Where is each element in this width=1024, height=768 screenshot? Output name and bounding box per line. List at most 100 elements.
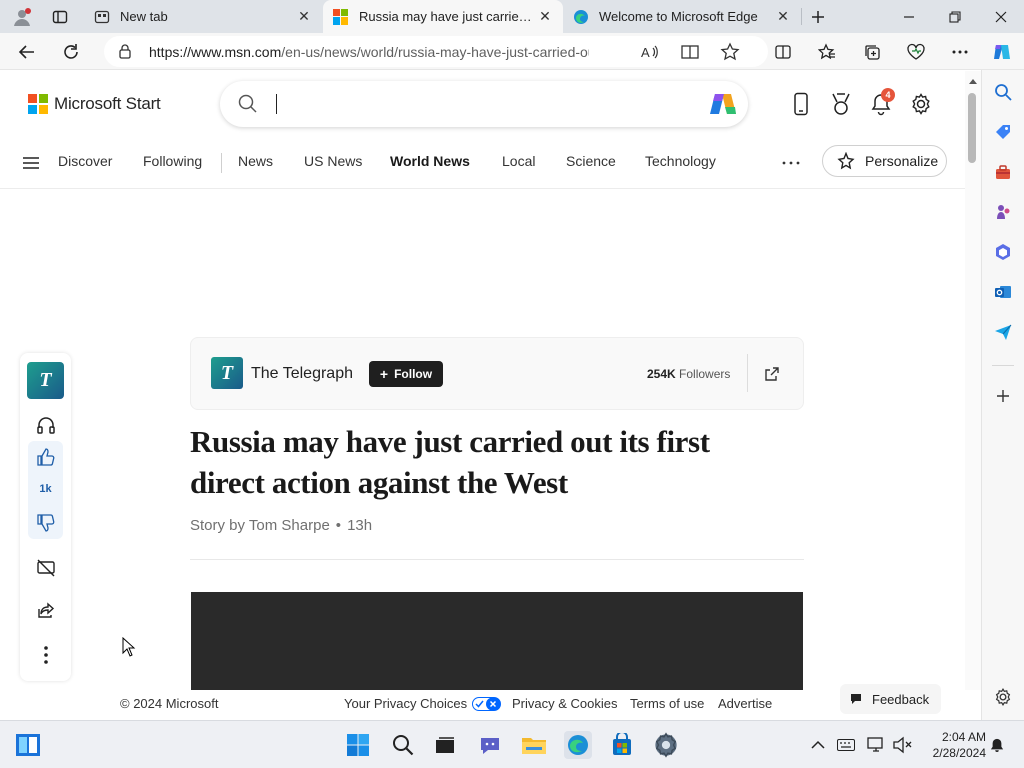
new-tab-icon (94, 10, 110, 23)
close-tab-icon[interactable]: ✕ (775, 8, 791, 25)
nav-item-world-news[interactable]: World News (390, 153, 470, 169)
thumbs-up-icon[interactable] (36, 447, 56, 467)
copilot-icon[interactable] (987, 37, 1017, 67)
copilot-search-icon[interactable] (708, 91, 738, 117)
widgets-icon[interactable] (14, 731, 42, 759)
feedback-button[interactable]: Feedback (840, 684, 941, 714)
sidebar-games-icon[interactable] (990, 199, 1016, 225)
thumbs-down-icon[interactable] (36, 513, 56, 533)
nav-item-local[interactable]: Local (502, 153, 535, 169)
nav-item-discover[interactable]: Discover (58, 153, 112, 169)
site-logo[interactable]: Microsoft Start (28, 94, 161, 114)
tab-actions-icon[interactable] (40, 0, 80, 33)
nav-item-us-news[interactable]: US News (304, 153, 362, 169)
edge-taskbar-icon[interactable] (564, 731, 592, 759)
more-actions-icon[interactable] (30, 639, 61, 670)
file-explorer-icon[interactable] (520, 731, 548, 759)
search-input[interactable] (220, 81, 748, 127)
personalize-button[interactable]: Personalize (822, 145, 947, 177)
sidebar-shopping-icon[interactable] (990, 119, 1016, 145)
microsoft-store-icon[interactable] (608, 731, 636, 759)
sidebar-outlook-icon[interactable] (990, 279, 1016, 305)
sidebar-tools-icon[interactable] (990, 159, 1016, 185)
read-aloud-icon[interactable]: A (640, 42, 660, 62)
byline-author: Story by Tom Sharpe (190, 517, 330, 534)
url-path: /en-us/news/world/russia-may-have-just-c… (281, 44, 589, 60)
hamburger-menu-icon[interactable] (22, 155, 40, 171)
follow-label: Follow (394, 367, 433, 381)
tab-title: Russia may have just carried out its fir… (359, 9, 537, 24)
sparkle-star-icon (837, 152, 855, 170)
nav-item-science[interactable]: Science (566, 153, 616, 169)
byline-separator: • (335, 517, 342, 534)
tab-new-tab[interactable]: New tab ✕ (84, 0, 322, 33)
new-tab-button[interactable] (800, 0, 836, 33)
nav-item-following[interactable]: Following (143, 153, 202, 169)
start-button-icon[interactable] (344, 731, 372, 759)
tab-welcome-edge[interactable]: Welcome to Microsoft Edge ✕ (563, 0, 801, 33)
footer-terms[interactable]: Terms of use (630, 696, 704, 711)
mobile-app-icon[interactable] (789, 91, 813, 117)
favorite-star-icon[interactable] (720, 42, 740, 62)
show-hidden-icons-icon[interactable] (804, 731, 832, 759)
refresh-button[interactable] (56, 37, 86, 67)
sidebar-add-icon[interactable] (990, 383, 1016, 409)
footer-privacy-choices[interactable]: Your Privacy Choices (344, 696, 502, 711)
teams-chat-icon[interactable] (476, 731, 504, 759)
more-options-icon[interactable] (945, 37, 975, 67)
network-icon[interactable] (862, 731, 890, 759)
url-text[interactable]: https://www.msn.com/en-us/news/world/rus… (149, 44, 589, 60)
publisher-name[interactable]: The Telegraph (251, 365, 353, 383)
keyboard-icon[interactable] (832, 731, 860, 759)
rewards-icon[interactable] (829, 91, 853, 117)
hide-content-icon[interactable] (30, 552, 61, 583)
split-screen-icon[interactable] (768, 37, 798, 67)
notification-center-icon[interactable] (990, 731, 1004, 759)
publisher-divider (747, 354, 748, 392)
minimize-button[interactable] (886, 0, 932, 33)
scroll-up-icon[interactable] (968, 77, 978, 85)
settings-app-icon[interactable] (652, 731, 680, 759)
footer-advertise[interactable]: Advertise (718, 696, 772, 711)
close-tab-icon[interactable]: ✕ (296, 8, 312, 25)
like-count: 1k (39, 483, 52, 495)
more-categories-icon[interactable] (780, 156, 802, 170)
plus-icon: + (379, 366, 389, 382)
settings-gear-icon[interactable] (909, 91, 933, 117)
article-title: Russia may have just carried out its fir… (190, 424, 710, 500)
open-external-icon[interactable] (761, 363, 783, 385)
followers-count: 254K Followers (647, 367, 730, 381)
task-view-icon[interactable] (431, 731, 459, 759)
system-clock[interactable]: 2:04 AM 2/28/2024 (916, 729, 986, 761)
footer-privacy-cookies[interactable]: Privacy & Cookies (512, 696, 617, 711)
profile-icon[interactable] (4, 0, 40, 33)
sidebar-search-icon[interactable] (990, 79, 1016, 105)
back-button[interactable] (12, 37, 42, 67)
publisher-logo-icon[interactable]: T (27, 362, 64, 399)
follow-button[interactable]: + Follow (369, 361, 443, 387)
lock-icon[interactable] (118, 44, 132, 59)
share-icon[interactable] (30, 595, 61, 626)
volume-muted-icon[interactable] (888, 731, 916, 759)
svg-text:A: A (641, 45, 650, 60)
tab-article[interactable]: Russia may have just carried out its fir… (323, 0, 563, 33)
browser-essentials-icon[interactable] (901, 37, 931, 67)
nav-item-news[interactable]: News (238, 153, 273, 169)
address-bar[interactable]: https://www.msn.com/en-us/news/world/rus… (104, 36, 768, 67)
collections-icon[interactable] (857, 37, 887, 67)
close-tab-icon[interactable]: ✕ (537, 8, 553, 25)
sidebar-settings-icon[interactable] (990, 684, 1016, 710)
favorites-icon[interactable] (812, 37, 842, 67)
nav-item-technology[interactable]: Technology (645, 153, 716, 169)
taskbar-search-icon[interactable] (389, 731, 417, 759)
close-window-button[interactable] (978, 0, 1024, 33)
sidebar-m365-icon[interactable] (990, 239, 1016, 265)
listen-headphones-icon[interactable] (30, 409, 61, 440)
sidebar-drop-icon[interactable] (990, 319, 1016, 345)
scrollbar-thumb[interactable] (968, 93, 976, 163)
telegraph-logo-icon[interactable]: T (211, 357, 243, 389)
restore-button[interactable] (932, 0, 978, 33)
page-scrollbar[interactable] (965, 71, 981, 720)
immersive-reader-icon[interactable] (680, 42, 700, 62)
followers-label: Followers (679, 367, 731, 381)
